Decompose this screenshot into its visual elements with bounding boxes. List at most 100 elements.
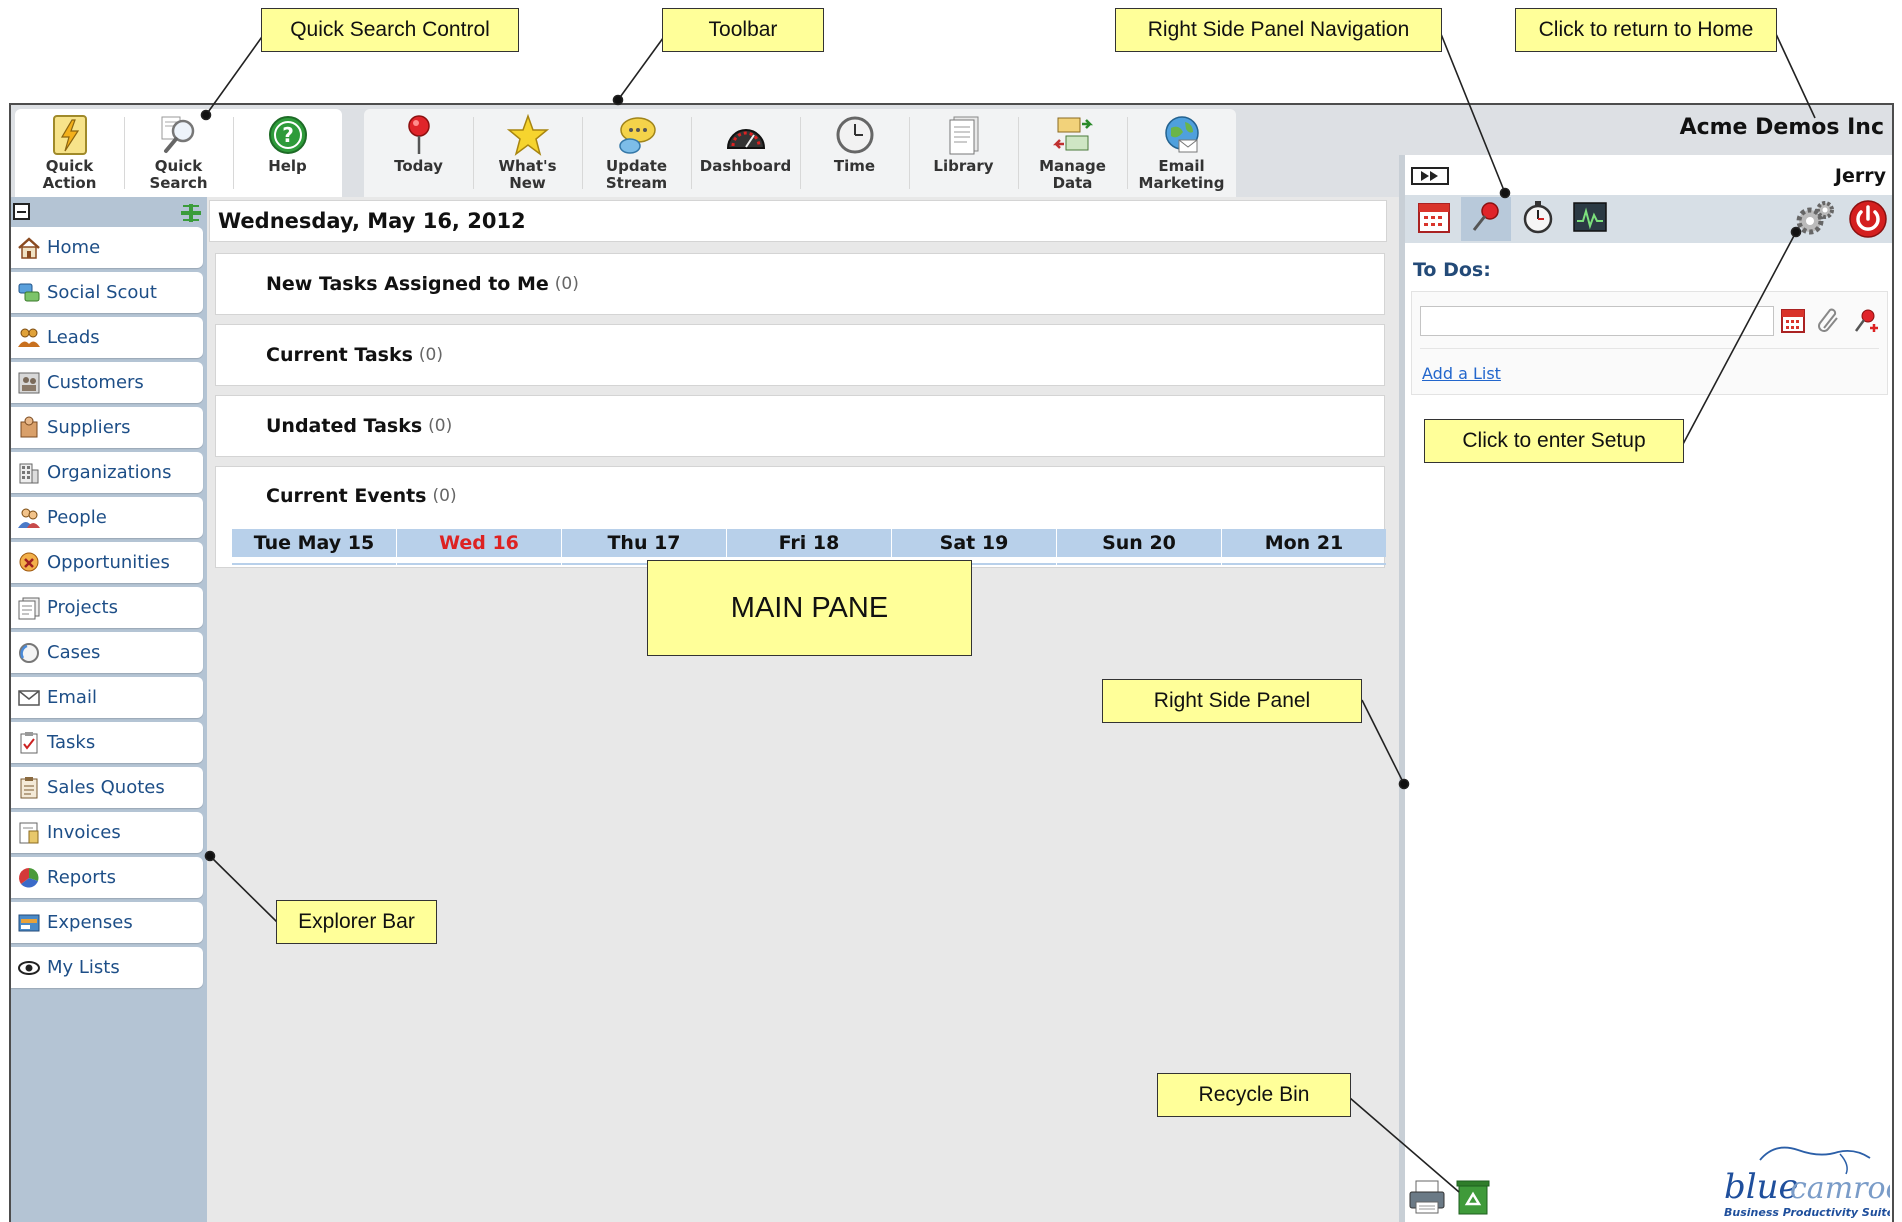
explorer-item-label: People bbox=[47, 507, 107, 528]
new-tasks-section[interactable]: New Tasks Assigned to Me (0) bbox=[215, 253, 1385, 315]
invoices-icon bbox=[15, 820, 43, 846]
sales-quotes-icon bbox=[15, 775, 43, 801]
callout-click-setup: Click to enter Setup bbox=[1424, 419, 1684, 463]
todos-tab[interactable] bbox=[1461, 197, 1511, 241]
explorer-item-label: Expenses bbox=[47, 912, 133, 933]
day-cell[interactable] bbox=[397, 559, 561, 565]
toolbar-group-secondary: Today What's New Update Stream Dashboard bbox=[364, 109, 1236, 197]
library-button[interactable]: Library bbox=[909, 109, 1018, 197]
paperclip-icon[interactable] bbox=[1816, 306, 1842, 338]
logo-tagline: Business Productivity Suite bbox=[1724, 1206, 1890, 1219]
right-panel-navigation bbox=[1405, 195, 1892, 243]
whats-new-button[interactable]: What's New bbox=[473, 109, 582, 197]
lightning-icon bbox=[49, 114, 91, 156]
explorer-item-suppliers[interactable]: Suppliers bbox=[11, 407, 203, 448]
add-list-link[interactable]: Add a List bbox=[1422, 364, 1501, 383]
day-header[interactable]: Mon 21 bbox=[1222, 529, 1386, 557]
explorer-item-projects[interactable]: Projects bbox=[11, 587, 203, 628]
manage-data-button[interactable]: Manage Data bbox=[1018, 109, 1127, 197]
setup-gears-icon[interactable] bbox=[1794, 199, 1836, 243]
right-panel-topbar: Jerry bbox=[1405, 155, 1892, 195]
update-stream-button[interactable]: Update Stream bbox=[582, 109, 691, 197]
explorer-item-label: Opportunities bbox=[47, 552, 170, 573]
todos-heading: To Dos: bbox=[1413, 259, 1491, 281]
help-button[interactable]: ? Help bbox=[233, 109, 342, 197]
day-header[interactable]: Thu 17 bbox=[562, 529, 726, 557]
clock-icon bbox=[834, 114, 876, 156]
explorer-item-customers[interactable]: Customers bbox=[11, 362, 203, 403]
day-cell[interactable] bbox=[1222, 559, 1386, 565]
explorer-item-label: Leads bbox=[47, 327, 100, 348]
people-icon bbox=[15, 505, 43, 531]
company-name-home-link[interactable]: Acme Demos Inc bbox=[1680, 115, 1884, 140]
collapse-icon[interactable] bbox=[13, 203, 30, 220]
explorer-header bbox=[11, 197, 207, 227]
todo-input[interactable] bbox=[1420, 306, 1774, 336]
day-header[interactable]: Tue May 15 bbox=[232, 529, 396, 557]
explorer-item-opportunities[interactable]: Opportunities bbox=[11, 542, 203, 583]
dashboard-button[interactable]: Dashboard bbox=[691, 109, 800, 197]
explorer-item-expenses[interactable]: Expenses bbox=[11, 902, 203, 943]
undated-tasks-section[interactable]: Undated Tasks (0) bbox=[215, 395, 1385, 457]
email-icon bbox=[15, 685, 43, 711]
add-pushpin-icon[interactable] bbox=[1852, 306, 1880, 338]
fast-forward-icon[interactable] bbox=[1411, 167, 1449, 185]
day-cell[interactable] bbox=[232, 559, 396, 565]
explorer-item-home[interactable]: Home bbox=[11, 227, 203, 268]
cases-icon bbox=[15, 640, 43, 666]
recycle-bin-icon[interactable] bbox=[1455, 1178, 1491, 1220]
explorer-item-invoices[interactable]: Invoices bbox=[11, 812, 203, 853]
current-events-section[interactable]: Current Events (0) Tue May 15 Wed 16 Thu 1… bbox=[215, 466, 1386, 568]
bluecamroo-logo: blue camroo Business Productivity Suite bbox=[1720, 1140, 1892, 1222]
time-label: Time bbox=[833, 157, 876, 175]
callout-click-home: Click to return to Home bbox=[1515, 8, 1777, 52]
globe-mail-icon bbox=[1161, 114, 1203, 156]
explorer-item-label: Invoices bbox=[47, 822, 121, 843]
explorer-item-my-lists[interactable]: My Lists bbox=[11, 947, 203, 988]
whats-new-label: What's New bbox=[498, 157, 557, 192]
speech-bubble-icon bbox=[616, 114, 658, 156]
quick-search-button[interactable]: Quick Search bbox=[124, 109, 233, 197]
right-side-panel: Jerry To Dos: Add a List blue camro Busi… bbox=[1399, 155, 1892, 1222]
time-button[interactable]: Time bbox=[800, 109, 909, 197]
logo-word-camroo: camroo bbox=[1790, 1171, 1890, 1206]
explorer-item-sales-quotes[interactable]: Sales Quotes bbox=[11, 767, 203, 808]
calendar-icon[interactable] bbox=[1780, 306, 1806, 338]
explorer-bar: Home Social Scout Leads Customers Suppliers O… bbox=[11, 197, 207, 1222]
explorer-item-organizations[interactable]: Organizations bbox=[11, 452, 203, 493]
today-button[interactable]: Today bbox=[364, 109, 473, 197]
explorer-item-cases[interactable]: Cases bbox=[11, 632, 203, 673]
explorer-item-label: Reports bbox=[47, 867, 117, 888]
callout-recycle-bin: Recycle Bin bbox=[1157, 1073, 1351, 1117]
timer-tab[interactable] bbox=[1513, 197, 1563, 241]
explorer-item-people[interactable]: People bbox=[11, 497, 203, 538]
quick-action-button[interactable]: Quick Action bbox=[15, 109, 124, 197]
power-logout-icon[interactable] bbox=[1848, 199, 1888, 243]
explorer-item-leads[interactable]: Leads bbox=[11, 317, 203, 358]
explorer-item-email[interactable]: Email bbox=[11, 677, 203, 718]
explorer-item-label: Social Scout bbox=[47, 282, 157, 303]
star-icon bbox=[506, 114, 549, 156]
printer-icon[interactable] bbox=[1407, 1178, 1447, 1220]
svg-text:?: ? bbox=[282, 123, 294, 147]
suppliers-icon bbox=[15, 415, 43, 441]
day-header[interactable]: Fri 18 bbox=[727, 529, 891, 557]
explorer-item-tasks[interactable]: Tasks bbox=[11, 722, 203, 763]
calendar-tab[interactable] bbox=[1409, 197, 1459, 241]
explorer-item-reports[interactable]: Reports bbox=[11, 857, 203, 898]
day-header[interactable]: Sat 19 bbox=[892, 529, 1056, 557]
day-header[interactable]: Sun 20 bbox=[1057, 529, 1221, 557]
current-tasks-section[interactable]: Current Tasks (0) bbox=[215, 324, 1385, 386]
explorer-item-social-scout[interactable]: Social Scout bbox=[11, 272, 203, 313]
activity-tab[interactable] bbox=[1565, 197, 1615, 241]
explorer-item-label: Tasks bbox=[47, 732, 96, 753]
day-header-today[interactable]: Wed 16 bbox=[397, 529, 561, 557]
projects-icon bbox=[15, 595, 43, 621]
add-green-icon[interactable] bbox=[179, 203, 203, 227]
explorer-item-label: Customers bbox=[47, 372, 144, 393]
email-marketing-button[interactable]: Email Marketing bbox=[1127, 109, 1236, 197]
app-window: Quick Action Quick Search ? Help Today W… bbox=[9, 103, 1894, 1222]
reports-icon bbox=[15, 865, 43, 891]
day-cell[interactable] bbox=[1057, 559, 1221, 565]
section-title: New Tasks Assigned to Me bbox=[266, 273, 549, 295]
